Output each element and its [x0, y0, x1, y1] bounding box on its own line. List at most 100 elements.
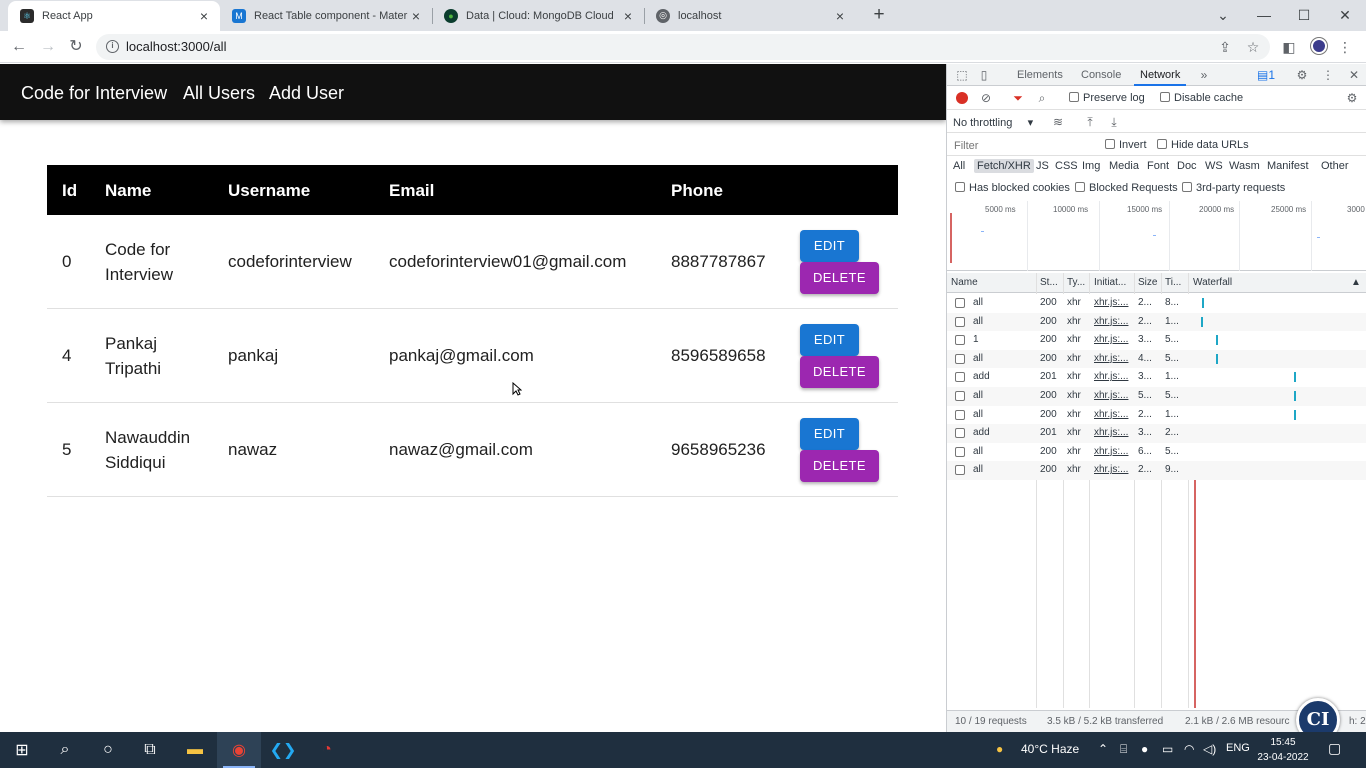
filter-input[interactable]	[951, 137, 1095, 154]
share-icon[interactable]: ⇪	[1216, 38, 1234, 56]
new-tab-button[interactable]: +	[868, 4, 890, 26]
close-tab-icon[interactable]: ×	[196, 8, 212, 24]
request-checkbox[interactable]	[955, 316, 965, 327]
throttling-select[interactable]: No throttling ▾	[953, 116, 1033, 129]
request-initiator[interactable]: xhr.js:...	[1094, 427, 1132, 438]
tray-device-icon[interactable]: ⌸	[1120, 742, 1127, 757]
filter-ws[interactable]: WS	[1205, 160, 1223, 172]
edit-button[interactable]: EDIT	[800, 418, 859, 450]
request-checkbox[interactable]	[955, 353, 965, 364]
address-bar[interactable]: i localhost:3000/all	[96, 34, 1270, 60]
col-waterfall[interactable]: Waterfall	[1193, 277, 1293, 288]
request-checkbox[interactable]	[955, 372, 965, 383]
filter-icon[interactable]: ⏷	[1011, 91, 1025, 105]
request-row[interactable]: all 200 xhr xhr.js:... 2... 8...	[947, 294, 1366, 313]
minimize-button[interactable]: —	[1244, 0, 1284, 31]
filter-other[interactable]: Other	[1321, 160, 1349, 172]
microphone-icon[interactable]: ●	[1141, 742, 1148, 756]
maximize-button[interactable]: ☐	[1284, 0, 1324, 31]
more-tabs-icon[interactable]: »	[1197, 68, 1211, 82]
edit-button[interactable]: EDIT	[800, 230, 859, 262]
request-row[interactable]: all 200 xhr xhr.js:... 2... 1...	[947, 312, 1366, 332]
nav-brand-link[interactable]: Code for Interview	[21, 83, 167, 104]
blocked-requests-checkbox[interactable]: Blocked Requests	[1075, 182, 1178, 194]
close-window-button[interactable]: ✕	[1325, 0, 1365, 31]
devtools-menu-icon[interactable]: ⋮	[1321, 68, 1335, 82]
request-initiator[interactable]: xhr.js:...	[1094, 353, 1132, 364]
col-name[interactable]: Name	[951, 277, 1031, 288]
menu-kebab-icon[interactable]: ⋮	[1336, 38, 1354, 56]
request-initiator[interactable]: xhr.js:...	[1094, 316, 1132, 327]
col-type[interactable]: Ty...	[1067, 277, 1087, 288]
delete-button[interactable]: DELETE	[800, 262, 879, 294]
close-devtools-icon[interactable]: ✕	[1347, 68, 1361, 82]
request-row[interactable]: all 200 xhr xhr.js:... 5... 5...	[947, 387, 1366, 406]
search-icon[interactable]: ⌕	[1035, 91, 1049, 105]
wifi-icon[interactable]: ◠	[1184, 742, 1194, 756]
battery-icon[interactable]: ▭	[1162, 742, 1173, 756]
filter-all[interactable]: All	[953, 160, 965, 172]
close-tab-icon[interactable]: ×	[620, 8, 636, 24]
device-toolbar-icon[interactable]: ▯	[977, 68, 991, 82]
delete-button[interactable]: DELETE	[800, 356, 879, 388]
record-icon[interactable]	[956, 92, 968, 104]
request-checkbox[interactable]	[955, 335, 965, 346]
request-initiator[interactable]: xhr.js:...	[1094, 446, 1132, 457]
issues-badge[interactable]: ▤1	[1253, 68, 1279, 82]
disable-cache-checkbox[interactable]: Disable cache	[1160, 92, 1243, 104]
filter-css[interactable]: CSS	[1055, 160, 1078, 172]
invert-checkbox[interactable]: Invert	[1105, 139, 1147, 151]
request-initiator[interactable]: xhr.js:...	[1094, 390, 1132, 401]
browser-tab-mongodb[interactable]: ● Data | Cloud: MongoDB Cloud ×	[432, 0, 644, 31]
volume-icon[interactable]: ◁)	[1203, 742, 1216, 756]
hide-data-urls-checkbox[interactable]: Hide data URLs	[1157, 139, 1249, 151]
windows-start-icon[interactable]: ⊞	[0, 732, 44, 768]
network-overview-timeline[interactable]: 5000 ms 10000 ms 15000 ms 20000 ms 25000…	[947, 201, 1366, 271]
back-button[interactable]: ←	[8, 36, 30, 58]
request-initiator[interactable]: xhr.js:...	[1094, 409, 1132, 420]
filter-fetch-xhr[interactable]: Fetch/XHR	[974, 159, 1034, 173]
reload-button[interactable]: ↻	[65, 36, 87, 58]
request-checkbox[interactable]	[955, 391, 965, 401]
filter-img[interactable]: Img	[1082, 160, 1100, 172]
browser-tab-localhost[interactable]: ◎ localhost ×	[644, 0, 856, 31]
tray-chevron-icon[interactable]: ⌃	[1098, 742, 1108, 756]
request-checkbox[interactable]	[955, 465, 965, 476]
col-status[interactable]: St...	[1040, 277, 1062, 288]
col-initiator[interactable]: Initiat...	[1094, 277, 1130, 288]
taskbar-search-icon[interactable]: ⌕	[43, 732, 87, 768]
settings-gear-icon[interactable]: ⚙	[1295, 68, 1309, 82]
profile-avatar[interactable]	[1311, 38, 1327, 54]
close-tab-icon[interactable]: ×	[832, 8, 848, 24]
browser-tab-react-table[interactable]: M React Table component - Materi ×	[220, 0, 432, 31]
request-initiator[interactable]: xhr.js:...	[1094, 334, 1132, 345]
bookmark-star-icon[interactable]: ☆	[1244, 38, 1262, 56]
site-info-icon[interactable]: i	[106, 40, 119, 53]
request-initiator[interactable]: xhr.js:...	[1094, 297, 1132, 308]
request-row[interactable]: all 200 xhr xhr.js:... 6... 5...	[947, 442, 1366, 462]
tab-search-icon[interactable]: ⌄	[1203, 0, 1243, 31]
request-row[interactable]: all 200 xhr xhr.js:... 4... 5...	[947, 349, 1366, 369]
notification-icon[interactable]: ▢	[1328, 740, 1341, 757]
filter-wasm[interactable]: Wasm	[1229, 160, 1260, 172]
request-checkbox[interactable]	[955, 409, 965, 420]
filter-media[interactable]: Media	[1109, 160, 1139, 172]
weather-text[interactable]: 40°C Haze	[1021, 742, 1079, 756]
col-time[interactable]: Ti...	[1165, 277, 1185, 288]
filter-manifest[interactable]: Manifest	[1267, 160, 1309, 172]
request-checkbox[interactable]	[955, 298, 965, 308]
file-explorer-icon[interactable]: ▬	[173, 732, 217, 768]
inspect-element-icon[interactable]: ⬚	[955, 68, 969, 82]
third-party-checkbox[interactable]: 3rd-party requests	[1182, 182, 1285, 194]
forward-button[interactable]: →	[37, 36, 59, 58]
col-size[interactable]: Size	[1138, 277, 1158, 288]
blocked-cookies-checkbox[interactable]: Has blocked cookies	[955, 182, 1070, 194]
devtools-tab-elements[interactable]: Elements	[1017, 69, 1063, 81]
request-initiator[interactable]: xhr.js:...	[1094, 371, 1132, 382]
close-tab-icon[interactable]: ×	[408, 8, 424, 24]
side-panel-icon[interactable]: ◧	[1280, 38, 1298, 56]
filter-doc[interactable]: Doc	[1177, 160, 1197, 172]
nav-add-user-link[interactable]: Add User	[269, 83, 344, 104]
cortana-icon[interactable]: ○	[86, 732, 130, 768]
network-conditions-icon[interactable]: ≋	[1051, 115, 1065, 129]
